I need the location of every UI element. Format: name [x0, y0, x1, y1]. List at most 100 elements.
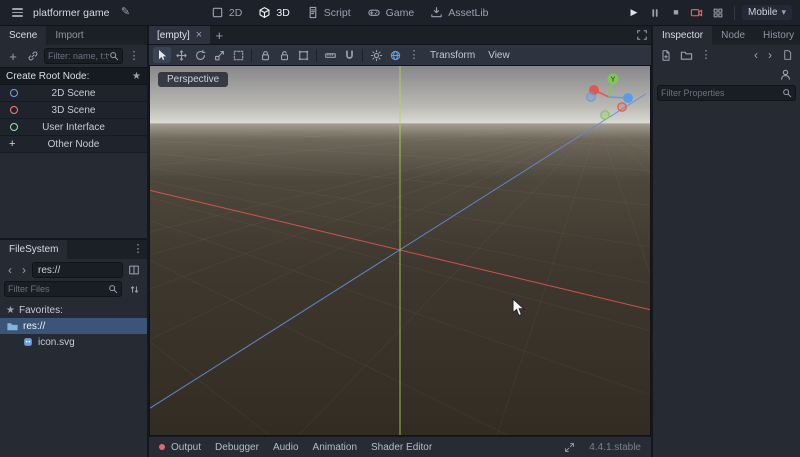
scene-dock-menu-button[interactable]: ⋮ [125, 48, 143, 64]
instantiate-scene-button[interactable] [24, 48, 42, 64]
toggle-split-mode-button[interactable] [125, 262, 143, 278]
group-objects-button[interactable] [294, 47, 312, 63]
bottom-panel-debugger[interactable]: Debugger [215, 442, 259, 453]
viewport-more-button[interactable]: ⋮ [405, 47, 423, 63]
workspace-tab-2d[interactable]: 2D [211, 6, 242, 19]
workspace-tab-game[interactable]: Game [367, 6, 415, 19]
bottom-panel-output[interactable]: Output [171, 442, 201, 453]
hamburger-icon [12, 6, 23, 19]
node-option-label: User Interface [42, 122, 105, 133]
expand-viewport-button[interactable] [633, 27, 651, 43]
tab-node[interactable]: Node [712, 26, 754, 45]
transform-menu[interactable]: Transform [424, 50, 481, 61]
main-menu-button[interactable] [8, 5, 26, 21]
scale-tool-button[interactable] [210, 47, 228, 63]
tab-label: Scene [9, 30, 37, 41]
3d-scene-render [150, 66, 650, 435]
new-scene-tab-button[interactable]: + [210, 27, 228, 43]
gizmo-x-neg-axis[interactable] [618, 103, 626, 111]
history-back-button[interactable]: ‹ [4, 264, 16, 276]
node-option-2d-scene[interactable]: 2D Scene [0, 85, 147, 102]
bottom-panel-shader-editor[interactable]: Shader Editor [371, 442, 432, 453]
node-option-other-node[interactable]: + Other Node [0, 136, 147, 153]
filesystem-filter-input[interactable] [8, 284, 108, 294]
tab-history[interactable]: History [754, 26, 800, 45]
favorites-label: Favorites: [19, 305, 63, 316]
filesystem-menu-button[interactable]: ⋮ [129, 242, 147, 258]
expand-bottom-panel-icon[interactable] [564, 442, 575, 453]
preview-world-toggle-button[interactable] [386, 47, 404, 63]
perspective-menu-button[interactable]: Perspective [158, 72, 228, 87]
bottom-panel-audio[interactable]: Audio [273, 442, 299, 453]
cursor-arrow-icon [155, 48, 169, 62]
workspace-label: 2D [229, 7, 242, 19]
box-select-tool-button[interactable] [229, 47, 247, 63]
tab-scene[interactable]: Scene [0, 26, 46, 45]
lock-object-button[interactable] [256, 47, 274, 63]
movie-maker-button[interactable] [688, 5, 706, 21]
tab-filesystem[interactable]: FileSystem [0, 240, 67, 259]
object-history-button[interactable] [778, 47, 796, 63]
gizmo-z-axis[interactable] [623, 93, 633, 103]
scene-filter-input[interactable] [48, 51, 109, 61]
filesystem-navigation: ‹ › res:// [0, 259, 147, 281]
workspace-tab-3d[interactable]: 3D [258, 6, 289, 19]
add-node-button[interactable]: + [4, 48, 22, 64]
project-title: platformer game [33, 7, 109, 19]
node-option-label: 3D Scene [52, 105, 96, 116]
inspector-filter-input[interactable] [661, 88, 782, 98]
world-globe-icon [389, 49, 402, 62]
tab-import[interactable]: Import [46, 26, 92, 45]
workspace-tab-script[interactable]: Script [306, 6, 351, 19]
separator [734, 6, 735, 20]
3d-viewport[interactable]: Perspective Y [149, 65, 651, 436]
load-resource-button[interactable] [677, 47, 695, 63]
filesystem-filter-row [0, 281, 147, 300]
gizmo-y-neg-axis[interactable] [601, 111, 609, 119]
remote-debug-button[interactable] [709, 5, 727, 21]
workspace-tab-assetlib[interactable]: AssetLib [430, 6, 488, 19]
gamepad-icon [367, 6, 381, 19]
node-option-user-interface[interactable]: User Interface [0, 119, 147, 136]
snap-toggle-button[interactable] [340, 47, 358, 63]
history-forward-button[interactable]: › [18, 264, 30, 276]
favorites-star-icon[interactable]: ★ [132, 71, 141, 82]
viewport-toolbar: ⋮ Transform View [149, 45, 651, 65]
run-target-dropdown[interactable]: Mobile ▾ [742, 5, 792, 20]
rotate-tool-button[interactable] [191, 47, 209, 63]
pencil-icon: ✎ [121, 7, 130, 18]
unlock-object-button[interactable] [275, 47, 293, 63]
3d-scene-node-icon [10, 106, 18, 114]
tree-item-res-root[interactable]: res:// [0, 318, 147, 334]
plus-icon: + [215, 29, 223, 42]
environment-toggle-button[interactable] [367, 47, 385, 63]
tab-label: Node [721, 30, 745, 41]
view-menu[interactable]: View [482, 50, 516, 61]
inspector-history-back-button[interactable]: ‹ [750, 49, 762, 61]
scene-tab-empty[interactable]: [empty] × [149, 26, 210, 44]
ruler-tool-button[interactable] [321, 47, 339, 63]
sun-icon [370, 49, 383, 62]
document-icon [782, 49, 793, 61]
play-button[interactable]: ▶ [625, 5, 643, 21]
select-tool-button[interactable] [153, 47, 171, 63]
favorites-section-row[interactable]: ★ Favorites: [0, 302, 147, 318]
close-tab-icon[interactable]: × [196, 29, 202, 41]
view-axes-gizmo[interactable]: Y [582, 70, 636, 124]
bottom-panel-animation[interactable]: Animation [313, 442, 357, 453]
move-tool-button[interactable] [172, 47, 190, 63]
new-resource-button[interactable] [657, 47, 675, 63]
gizmo-z-neg-axis[interactable] [587, 93, 595, 101]
inspector-extra-menu-button[interactable]: ⋮ [697, 47, 715, 63]
tab-inspector[interactable]: Inspector [653, 26, 712, 45]
manage-object-properties-button[interactable] [776, 66, 794, 82]
node-option-3d-scene[interactable]: 3D Scene [0, 102, 147, 119]
pause-button[interactable] [646, 5, 664, 21]
stop-button[interactable]: ■ [667, 5, 685, 21]
inspector-history-forward-button[interactable]: › [764, 49, 776, 61]
workspace-label: Game [386, 7, 415, 19]
tree-item-icon-svg[interactable]: icon.svg [0, 334, 147, 350]
sort-files-button[interactable] [125, 281, 143, 297]
rename-project-button[interactable]: ✎ [116, 5, 134, 21]
current-path-breadcrumb[interactable]: res:// [32, 262, 123, 278]
